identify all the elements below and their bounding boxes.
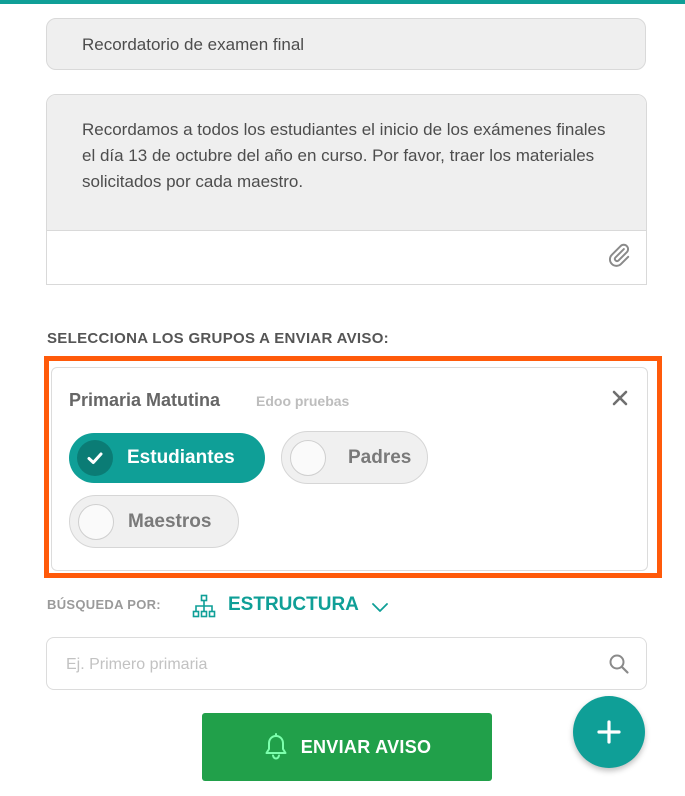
unchecked-circle-icon: [78, 503, 114, 540]
option-estudiantes[interactable]: Estudiantes: [69, 433, 265, 483]
paperclip-icon[interactable]: [606, 242, 632, 268]
search-box: [46, 637, 647, 690]
send-notice-button[interactable]: ENVIAR AVISO: [202, 713, 492, 781]
unchecked-circle-icon: [290, 439, 326, 476]
subject-field[interactable]: Recordatorio de examen final: [46, 18, 646, 70]
subject-value: Recordatorio de examen final: [82, 35, 305, 54]
search-input[interactable]: [64, 650, 588, 680]
add-button[interactable]: [573, 696, 645, 768]
message-field[interactable]: Recordamos a todos los estudiantes el in…: [46, 94, 647, 285]
hierarchy-icon: [192, 594, 216, 618]
search-icon[interactable]: [608, 653, 630, 675]
bell-icon: [265, 733, 287, 760]
top-accent-bar: [0, 0, 685, 4]
message-text[interactable]: Recordamos a todos los estudiantes el in…: [47, 95, 646, 231]
option-label: Padres: [348, 446, 412, 468]
close-icon[interactable]: [609, 387, 631, 409]
plus-icon: [597, 720, 621, 744]
search-by-label: BÚSQUEDA POR:: [47, 597, 161, 612]
group-card: Primaria Matutina Edoo pruebas Estudiant…: [51, 367, 648, 571]
option-padres[interactable]: Padres: [281, 431, 428, 484]
option-label: Estudiantes: [127, 447, 235, 468]
option-maestros[interactable]: Maestros: [69, 495, 239, 548]
option-label: Maestros: [128, 510, 212, 532]
structure-dropdown[interactable]: ESTRUCTURA: [228, 594, 359, 616]
send-notice-label: ENVIAR AVISO: [300, 736, 432, 757]
group-card-title: Primaria Matutina: [69, 390, 221, 410]
groups-section-title: SELECCIONA LOS GRUPOS A ENVIAR AVISO:: [47, 330, 389, 347]
group-card-subtitle: Edoo pruebas: [256, 393, 350, 409]
chevron-down-icon[interactable]: [370, 599, 390, 615]
check-icon: [77, 440, 113, 476]
